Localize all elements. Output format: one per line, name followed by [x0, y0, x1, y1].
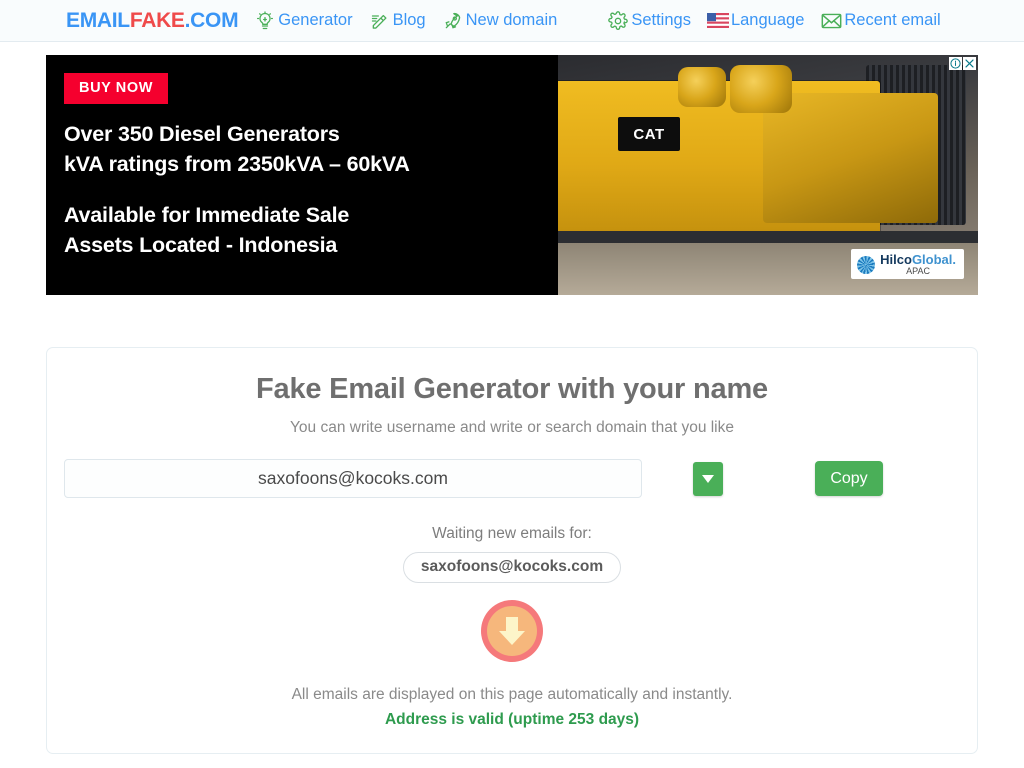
ad-headline-1: Over 350 Diesel Generators: [64, 122, 340, 146]
site-header: EMAILFAKE.COM Generator Blog New domain …: [0, 0, 1024, 42]
cat-brand-plate: CAT: [618, 117, 680, 151]
pencil-note-icon: [369, 10, 391, 32]
advertiser-logo: HilcoGlobal. APAC: [851, 249, 964, 279]
nav-item-new-domain[interactable]: New domain: [442, 10, 558, 32]
waiting-label: Waiting new emails for:: [432, 525, 592, 542]
waiting-address-badge: saxofoons@kocoks.com: [402, 552, 622, 583]
lightbulb-icon: [254, 10, 276, 32]
nav-label-settings: Settings: [631, 11, 691, 29]
nav-item-settings[interactable]: Settings: [607, 10, 691, 32]
nav-label-generator: Generator: [278, 11, 353, 29]
site-logo[interactable]: EMAILFAKE.COM: [66, 8, 239, 33]
copy-button[interactable]: Copy: [815, 461, 883, 496]
close-icon[interactable]: [963, 57, 976, 70]
logo-part-email: EMAIL: [66, 8, 130, 32]
email-input[interactable]: saxofoons@kocoks.com: [64, 459, 642, 498]
top-ad-banner[interactable]: CAT BUY NOW Over 350 Diesel Generators k…: [46, 55, 978, 295]
domain-dropdown-button[interactable]: [693, 461, 723, 496]
email-input-value: saxofoons@kocoks.com: [258, 468, 448, 488]
nav-item-recent-email[interactable]: Recent email: [820, 10, 941, 32]
ad-headline-3: Available for Immediate Sale: [64, 203, 350, 228]
nav-label-new-domain: New domain: [465, 11, 558, 29]
cat-brand-label: CAT: [633, 125, 665, 143]
chevron-down-icon: [702, 474, 714, 483]
nav-label-recent-email: Recent email: [844, 11, 941, 29]
top-ad-controls[interactable]: [949, 57, 976, 70]
rocket-icon: [442, 10, 464, 32]
nav-item-language[interactable]: Language: [706, 10, 805, 32]
advertiser-name-primary: Hilco: [880, 252, 912, 267]
logo-part-fake: FAKE: [129, 8, 185, 32]
nav-item-generator[interactable]: Generator: [254, 10, 353, 32]
advertiser-region: APAC: [906, 266, 930, 276]
advertiser-name-secondary: Global.: [911, 252, 956, 267]
down-arrow-icon: [481, 600, 543, 662]
email-input-row: saxofoons@kocoks.com Copy: [47, 459, 977, 498]
adchoices-info-icon[interactable]: [949, 57, 962, 70]
nav-label-blog: Blog: [392, 11, 426, 29]
logo-part-com: .COM: [184, 8, 239, 32]
us-flag-icon: [706, 10, 729, 32]
nav-item-blog[interactable]: Blog: [369, 10, 426, 32]
page-subtitle: You can write username and write or sear…: [290, 419, 734, 436]
ad-copy: BUY NOW Over 350 Diesel Generators kVA r…: [64, 73, 584, 261]
hilco-swirl-icon: [857, 255, 876, 274]
nav-label-language: Language: [730, 11, 805, 29]
envelope-icon: [820, 10, 842, 32]
generator-card: Fake Email Generator with your name You …: [46, 347, 978, 754]
page-title: Fake Email Generator with your name: [256, 373, 768, 405]
ad-buy-now-button[interactable]: BUY NOW: [64, 73, 169, 104]
ad-headline-2: kVA ratings from 2350kVA – 60kVA: [64, 151, 410, 176]
ad-headline-4: Assets Located - Indonesia: [64, 232, 338, 257]
gear-icon: [607, 10, 629, 32]
auto-refresh-note: All emails are displayed on this page au…: [291, 686, 733, 703]
status-badge: Address is valid (uptime 253 days): [384, 711, 640, 728]
